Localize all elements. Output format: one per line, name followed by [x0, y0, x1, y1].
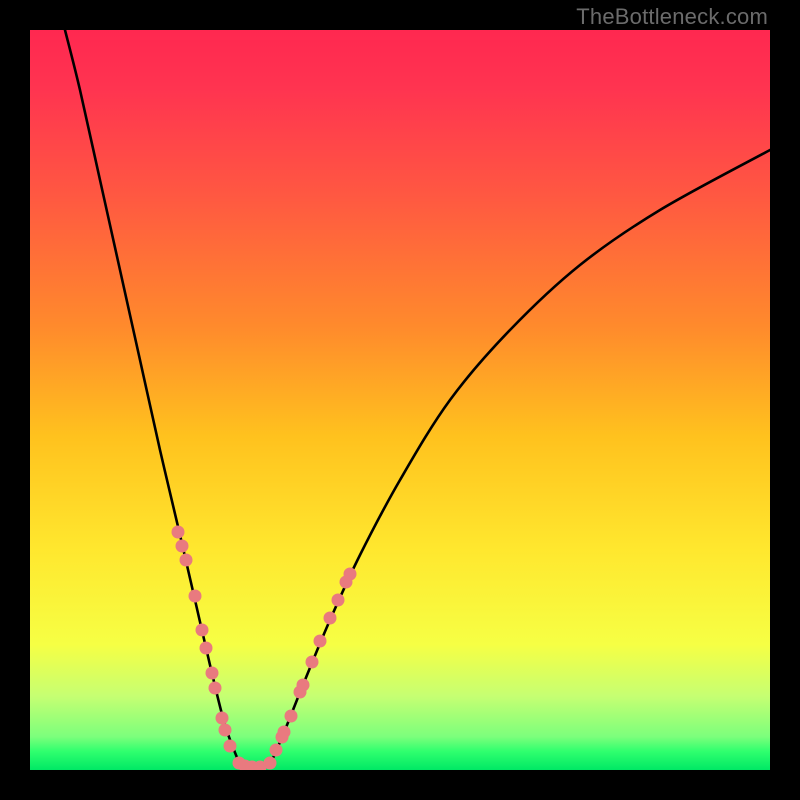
watermark-text: TheBottleneck.com: [576, 4, 768, 30]
background-gradient: [30, 30, 770, 770]
chart-frame: TheBottleneck.com: [0, 0, 800, 800]
plot-area: [30, 30, 770, 770]
